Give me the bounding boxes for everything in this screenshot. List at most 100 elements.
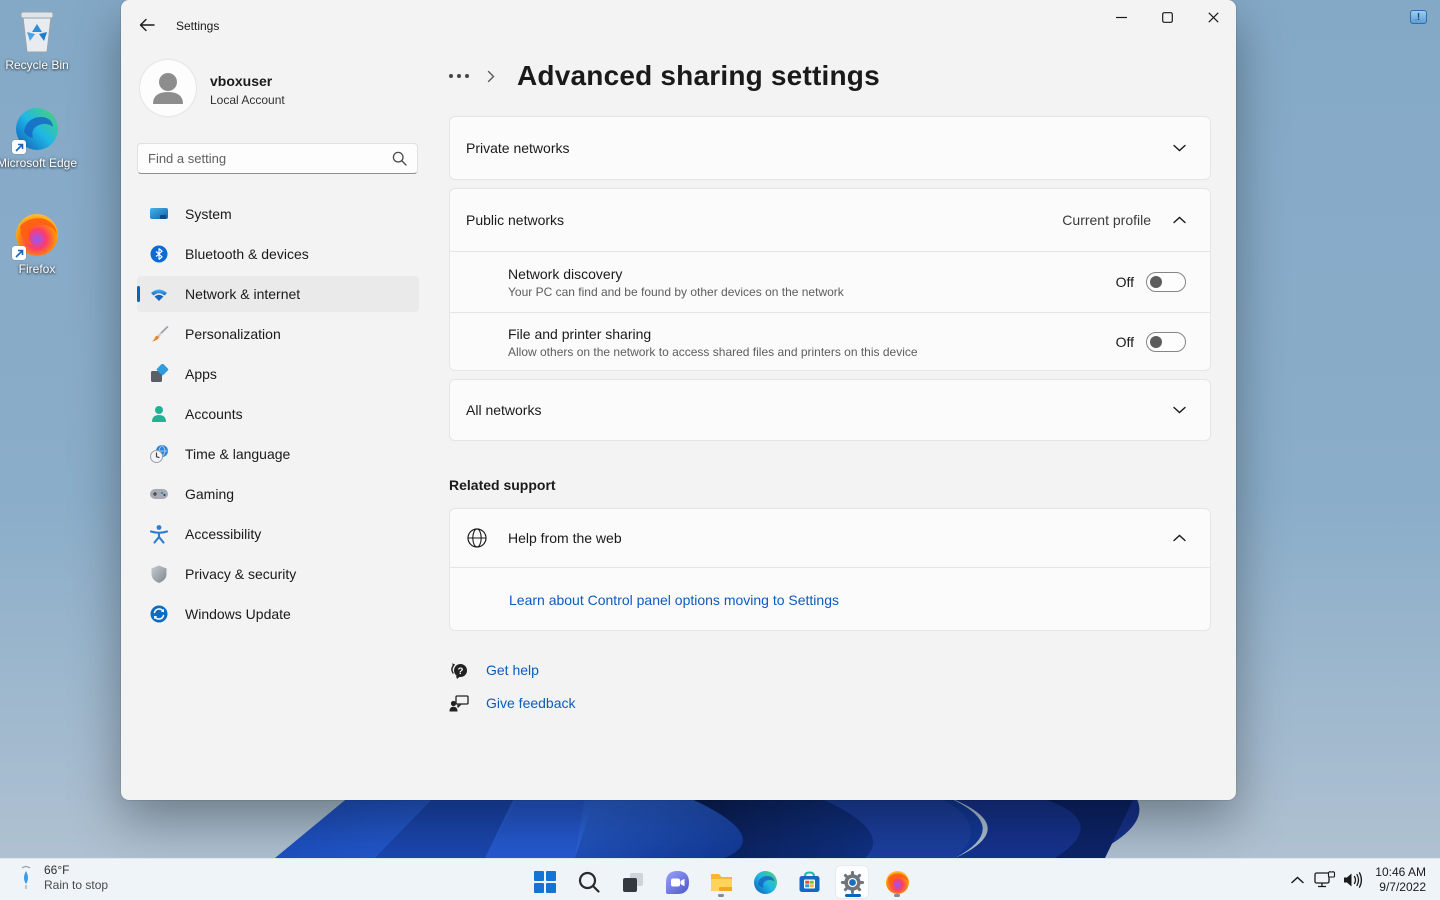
- desktop-icon-firefox[interactable]: Firefox: [0, 212, 80, 277]
- sidebar-item-windows-update[interactable]: Windows Update: [137, 596, 419, 632]
- taskbar-task-view-button[interactable]: [617, 866, 649, 898]
- desktop-icon-label: Recycle Bin: [0, 58, 80, 73]
- speaker-icon: [1343, 872, 1363, 888]
- sidebar-item-bluetooth-devices[interactable]: Bluetooth & devices: [137, 236, 419, 272]
- taskbar-start-button[interactable]: [529, 866, 561, 898]
- firefox-running-indicator: [894, 894, 900, 897]
- card-title: Public networks: [466, 212, 564, 228]
- toggle-state-label: Off: [1116, 274, 1134, 290]
- file-explorer-icon: [709, 870, 734, 895]
- chevron-up-icon[interactable]: [1173, 216, 1186, 224]
- taskbar-search-button[interactable]: [573, 866, 605, 898]
- svg-text:?: ?: [458, 666, 464, 677]
- network-discovery-toggle[interactable]: [1146, 272, 1186, 292]
- private-networks-card[interactable]: Private networks: [449, 116, 1211, 180]
- clock[interactable]: 10:46 AM 9/7/2022: [1375, 865, 1426, 895]
- tray-volume-button[interactable]: [1339, 864, 1367, 896]
- close-icon: [1208, 12, 1219, 23]
- breadcrumb-ellipsis[interactable]: [449, 74, 469, 78]
- firefox-icon: [14, 212, 60, 258]
- start-icon: [533, 870, 557, 894]
- shortcut-arrow-icon: [12, 140, 26, 154]
- taskbar: 66°F Rain to stop: [0, 858, 1440, 900]
- bluetooth-icon: [149, 244, 169, 264]
- tray-time: 10:46 AM: [1375, 865, 1426, 880]
- search-input[interactable]: [148, 151, 392, 166]
- setting-description: Allow others on the network to access sh…: [508, 345, 918, 359]
- user-name: vboxuser: [210, 73, 272, 89]
- maximize-icon: [1162, 12, 1173, 23]
- tray-date: 9/7/2022: [1375, 880, 1426, 895]
- minimize-icon: [1116, 12, 1127, 23]
- titlebar[interactable]: Settings: [121, 0, 1236, 40]
- maximize-button[interactable]: [1144, 0, 1190, 34]
- update-icon: [149, 604, 169, 624]
- setting-title: Network discovery: [508, 266, 844, 282]
- window-title: Settings: [176, 19, 219, 33]
- related-support-heading: Related support: [449, 477, 556, 493]
- settings-gear-icon: [840, 870, 865, 895]
- shortcut-arrow-icon: [12, 246, 26, 260]
- tray-network-button[interactable]: [1311, 864, 1339, 896]
- chevron-down-icon[interactable]: [1173, 406, 1186, 414]
- chevron-down-icon[interactable]: [1173, 144, 1186, 152]
- avatar[interactable]: [140, 60, 196, 116]
- sidebar-nav: System Bluetooth & devices: [137, 196, 419, 636]
- sidebar-item-gaming[interactable]: Gaming: [137, 476, 419, 512]
- give-feedback-link[interactable]: Give feedback: [486, 695, 576, 711]
- taskbar-store-button[interactable]: [793, 866, 825, 898]
- sidebar-item-privacy-security[interactable]: Privacy & security: [137, 556, 419, 592]
- network-discovery-row: Network discovery Your PC can find and b…: [450, 252, 1210, 312]
- sidebar-item-time-language[interactable]: Time & language: [137, 436, 419, 472]
- back-button[interactable]: [135, 13, 159, 37]
- person-avatar-icon: [140, 60, 196, 116]
- back-arrow-icon: [139, 18, 155, 32]
- settings-window: Settings vboxuser Local Account: [121, 0, 1236, 800]
- sidebar-item-accounts[interactable]: Accounts: [137, 396, 419, 432]
- help-from-web-header[interactable]: Help from the web: [450, 509, 1210, 567]
- page-title: Advanced sharing settings: [517, 60, 880, 92]
- gamepad-icon: [149, 484, 169, 504]
- get-help-row: ? Get help: [449, 660, 539, 680]
- settings-active-indicator: [845, 894, 861, 897]
- get-help-link[interactable]: Get help: [486, 662, 539, 678]
- toggle-state-label: Off: [1116, 334, 1134, 350]
- sidebar-item-network-internet[interactable]: Network & internet: [137, 276, 419, 312]
- tray-chevron-button[interactable]: [1283, 864, 1311, 896]
- help-from-web-card: Help from the web Learn about Control pa…: [449, 508, 1211, 631]
- sidebar-item-personalization[interactable]: Personalization: [137, 316, 419, 352]
- sidebar-item-accessibility[interactable]: Accessibility: [137, 516, 419, 552]
- all-networks-card[interactable]: All networks: [449, 379, 1211, 441]
- taskbar-chat-button[interactable]: [661, 866, 693, 898]
- search-box[interactable]: [137, 143, 418, 174]
- minimize-button[interactable]: [1098, 0, 1144, 34]
- control-panel-options-link[interactable]: Learn about Control panel options moving…: [509, 592, 839, 608]
- edge-icon: [14, 106, 60, 152]
- task-view-icon: [621, 870, 645, 894]
- chat-icon: [665, 870, 690, 895]
- give-feedback-row: Give feedback: [449, 693, 576, 713]
- wifi-icon: [149, 284, 169, 304]
- selection-indicator: [137, 286, 140, 302]
- wallpaper-bloom: [255, 796, 1155, 858]
- card-title: All networks: [466, 402, 541, 418]
- desktop-icon-microsoft-edge[interactable]: Microsoft Edge: [0, 106, 80, 171]
- current-profile-label: Current profile: [1062, 212, 1151, 228]
- public-networks-header[interactable]: Public networks Current profile: [450, 189, 1210, 251]
- user-account-type: Local Account: [210, 93, 285, 107]
- accessibility-icon: [149, 524, 169, 544]
- taskbar-edge-button[interactable]: [749, 866, 781, 898]
- desktop-icon-label: Microsoft Edge: [0, 156, 80, 171]
- file-printer-sharing-toggle[interactable]: [1146, 332, 1186, 352]
- taskbar-search-icon: [577, 870, 601, 894]
- desktop-icon-recycle-bin[interactable]: Recycle Bin: [0, 8, 80, 73]
- give-feedback-icon: [449, 693, 469, 713]
- close-button[interactable]: [1190, 0, 1236, 34]
- chevron-up-icon[interactable]: [1173, 534, 1186, 542]
- sidebar-item-apps[interactable]: Apps: [137, 356, 419, 392]
- taskbar-firefox-icon: [885, 870, 910, 895]
- setting-title: File and printer sharing: [508, 326, 918, 342]
- globe-icon: [466, 527, 488, 549]
- sidebar-item-system[interactable]: System: [137, 196, 419, 232]
- notification-bubble-icon[interactable]: !: [1410, 10, 1427, 24]
